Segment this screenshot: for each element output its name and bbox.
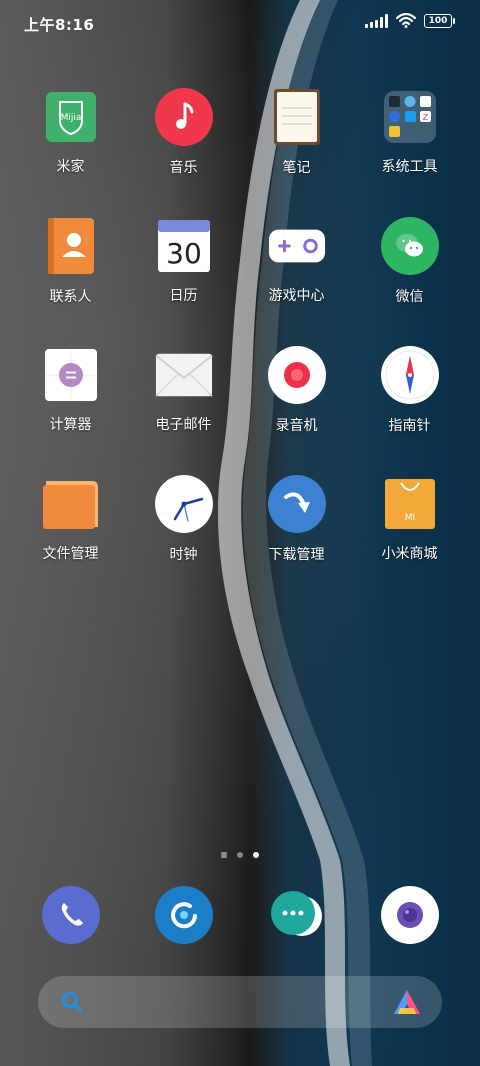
app-wechat[interactable]: 微信 bbox=[353, 217, 466, 305]
phone-icon bbox=[41, 886, 100, 944]
app-recorder[interactable]: 录音机 bbox=[240, 346, 353, 434]
app-label: 游戏中心 bbox=[268, 288, 325, 304]
page-dot-3-active[interactable] bbox=[253, 852, 259, 858]
app-clock[interactable]: 时钟 bbox=[127, 475, 240, 563]
dock-camera[interactable] bbox=[353, 886, 466, 946]
calculator-icon bbox=[42, 346, 100, 403]
wifi-icon bbox=[396, 13, 416, 28]
game-center-icon bbox=[268, 217, 326, 274]
search-bar[interactable] bbox=[38, 976, 442, 1028]
file-manager-icon bbox=[42, 475, 100, 532]
clock-icon bbox=[154, 475, 213, 533]
dock-messages[interactable] bbox=[240, 886, 353, 946]
app-label: 联系人 bbox=[49, 289, 92, 305]
app-mi-store[interactable]: MI 小米商城 bbox=[353, 475, 466, 563]
app-label: 电子邮件 bbox=[155, 417, 212, 433]
app-contacts[interactable]: 联系人 bbox=[14, 217, 127, 305]
app-label: 小米商城 bbox=[381, 546, 438, 562]
app-label: 笔记 bbox=[282, 160, 311, 176]
download-manager-icon bbox=[267, 475, 326, 533]
battery-icon: 100 bbox=[424, 13, 455, 28]
app-calendar[interactable]: 30 日历 bbox=[127, 217, 240, 305]
wechat-icon bbox=[380, 217, 439, 275]
email-icon bbox=[154, 346, 213, 403]
app-email[interactable]: 电子邮件 bbox=[127, 346, 240, 434]
app-label: 日历 bbox=[169, 288, 198, 304]
calendar-date: 30 bbox=[166, 237, 202, 270]
app-label: 下载管理 bbox=[268, 547, 325, 563]
recorder-icon bbox=[267, 346, 326, 404]
status-time: 上午8:16 bbox=[24, 16, 95, 34]
app-compass[interactable]: 指南针 bbox=[353, 346, 466, 434]
app-file-manager[interactable]: 文件管理 bbox=[14, 475, 127, 563]
app-label: 指南针 bbox=[388, 418, 431, 434]
mi-store-icon: MI bbox=[381, 475, 439, 532]
browser-icon bbox=[154, 886, 213, 944]
app-label: 计算器 bbox=[49, 417, 92, 433]
app-label: 录音机 bbox=[275, 418, 318, 434]
system-tools-folder-icon: Z bbox=[381, 88, 439, 145]
app-label: 微信 bbox=[395, 289, 424, 305]
compass-icon bbox=[380, 346, 439, 404]
app-game-center[interactable]: 游戏中心 bbox=[240, 217, 353, 305]
page-indicator bbox=[0, 852, 480, 858]
status-bar: 上午8:16 100 bbox=[0, 0, 480, 46]
app-music[interactable]: 音乐 bbox=[127, 88, 240, 176]
app-calculator[interactable]: 计算器 bbox=[14, 346, 127, 434]
mijia-icon: Mijia bbox=[42, 88, 100, 145]
camera-icon bbox=[380, 886, 439, 944]
app-label: 音乐 bbox=[169, 160, 198, 176]
search-icon[interactable] bbox=[60, 990, 84, 1014]
mijia-icon-text: Mijia bbox=[60, 113, 81, 123]
notes-icon bbox=[268, 88, 326, 146]
app-label: 系统工具 bbox=[381, 159, 438, 175]
app-mijia[interactable]: Mijia 米家 bbox=[14, 88, 127, 176]
dock-browser[interactable] bbox=[127, 886, 240, 946]
app-download-manager[interactable]: 下载管理 bbox=[240, 475, 353, 563]
battery-level: 100 bbox=[428, 15, 448, 26]
contacts-icon bbox=[42, 217, 100, 275]
app-notes[interactable]: 笔记 bbox=[240, 88, 353, 176]
folder-system-tools[interactable]: Z 系统工具 bbox=[353, 88, 466, 176]
ai-assistant-icon[interactable] bbox=[392, 988, 422, 1016]
app-label: 时钟 bbox=[169, 547, 198, 563]
dock-phone[interactable] bbox=[14, 886, 127, 946]
page-dot-2[interactable] bbox=[237, 852, 243, 858]
calendar-icon: 30 bbox=[155, 217, 213, 274]
app-label: 文件管理 bbox=[42, 546, 99, 562]
dock bbox=[14, 886, 466, 946]
signal-icon bbox=[365, 13, 388, 28]
page-dot-1[interactable] bbox=[221, 852, 227, 855]
music-icon bbox=[154, 88, 213, 146]
svg-text:Z: Z bbox=[422, 113, 428, 122]
app-grid: Mijia 米家 音乐 笔记 Z 系统工具 联系人 30 日历 游戏中心 微信 … bbox=[14, 88, 466, 563]
app-label: 米家 bbox=[56, 159, 85, 175]
messages-icon bbox=[268, 886, 326, 944]
mi-store-icon-text: MI bbox=[404, 513, 414, 523]
